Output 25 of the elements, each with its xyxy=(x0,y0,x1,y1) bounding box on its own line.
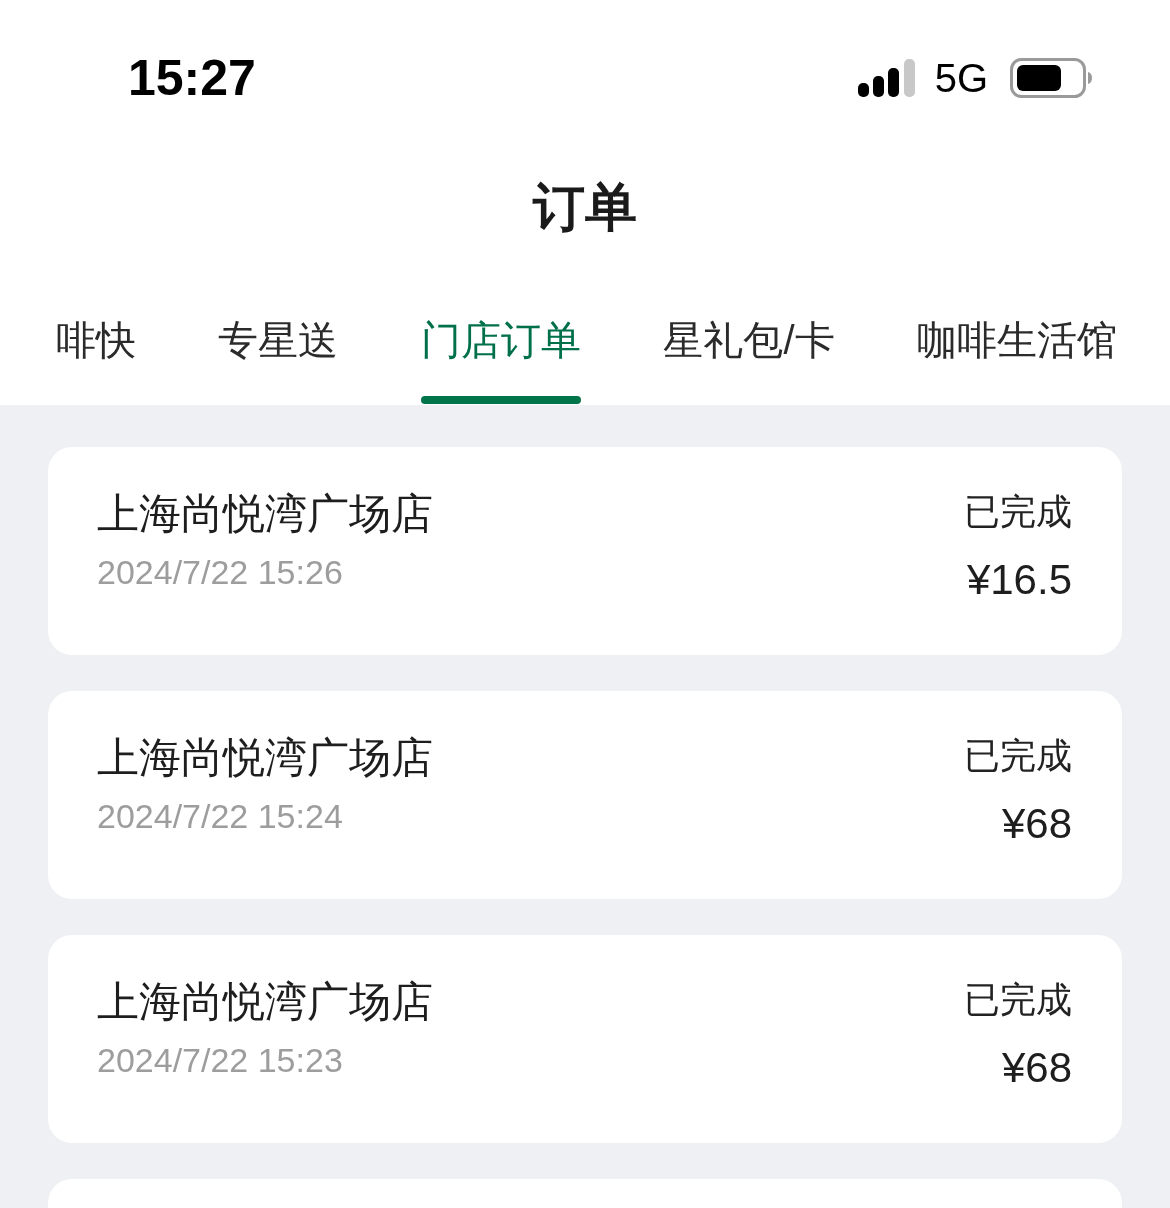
signal-icon xyxy=(857,59,915,97)
order-price: ¥68 xyxy=(1001,1043,1072,1093)
status-time: 15:27 xyxy=(128,49,256,107)
order-date: 2024/7/22 15:24 xyxy=(97,796,343,836)
order-price: ¥68 xyxy=(1001,799,1072,849)
order-price: ¥16.5 xyxy=(966,555,1072,605)
store-name: 上海尚悦湾广场店 xyxy=(97,733,433,783)
order-date: 2024/7/22 15:26 xyxy=(97,552,343,592)
category-tab[interactable]: 星礼包/卡 xyxy=(663,258,835,404)
store-name: 上海尚悦湾广场店 xyxy=(97,977,433,1027)
category-tab[interactable]: 专星送 xyxy=(218,258,339,404)
order-date: 2024/7/22 15:23 xyxy=(97,1040,343,1080)
store-name: 上海尚悦湾广场店 xyxy=(97,489,433,539)
page-title: 订单 xyxy=(533,177,637,238)
network-label: 5G xyxy=(934,55,988,101)
order-status: 已完成 xyxy=(964,978,1072,1022)
order-status: 已完成 xyxy=(964,490,1072,534)
order-card[interactable]: 上海尚悦湾广场店 2024/7/22 15:24 已完成 ¥68 xyxy=(48,691,1122,899)
battery-icon xyxy=(1010,58,1092,98)
order-status: 已完成 xyxy=(964,734,1072,778)
category-tab[interactable]: 咖啡生活馆 xyxy=(917,258,1117,404)
category-tab[interactable]: 啡快 xyxy=(56,258,136,404)
order-card[interactable]: 上海尚悦湾广场店 2024/7/22 15:23 已完成 ¥68 xyxy=(48,935,1122,1143)
category-tab[interactable]: 门店订单 xyxy=(420,258,581,404)
order-card[interactable]: 上海尚悦湾广场店 2024/7/22 15:26 已完成 ¥16.5 xyxy=(48,447,1122,655)
